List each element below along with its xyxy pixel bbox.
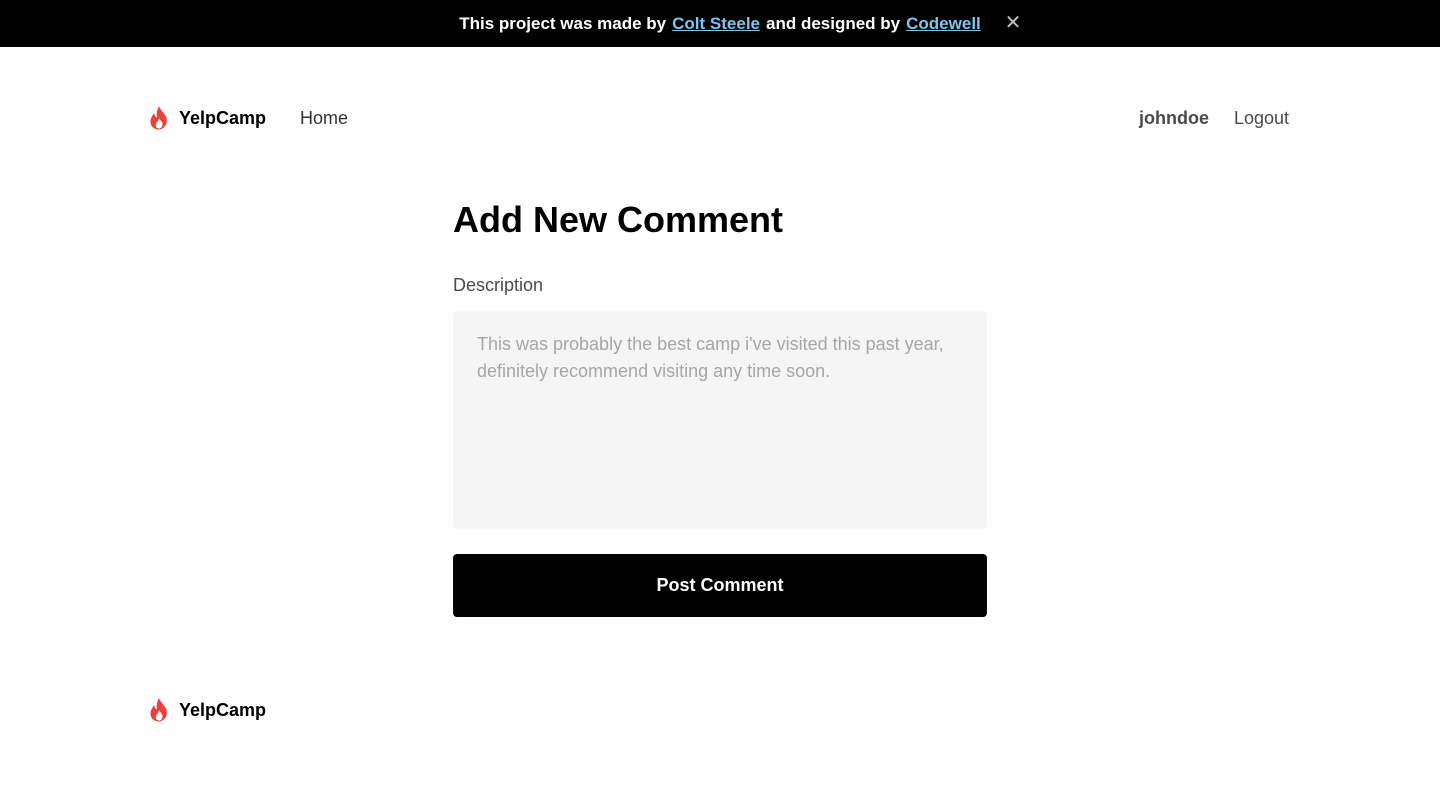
post-comment-button[interactable]: Post Comment (453, 554, 987, 617)
brand-name: YelpCamp (179, 107, 267, 128)
description-textarea[interactable] (453, 311, 987, 529)
username-label: johndoe (1139, 108, 1209, 128)
nav-home-link[interactable]: Home (300, 108, 348, 129)
flame-icon (150, 698, 167, 722)
header-logo[interactable]: YelpCamp (149, 106, 266, 130)
close-icon[interactable]: ✕ (1003, 12, 1023, 34)
flame-icon (150, 106, 167, 130)
page-title: Add New Comment (453, 199, 784, 240)
description-label: Description (453, 275, 544, 295)
footer-brand-name: YelpCamp (179, 699, 267, 720)
codewell-link[interactable]: Codewell (906, 14, 981, 34)
footer-logo[interactable]: YelpCamp (149, 698, 266, 722)
colt-steele-link[interactable]: Colt Steele (672, 14, 760, 34)
logout-link[interactable]: Logout (1234, 108, 1289, 129)
attribution-banner: This project was made by Colt Steele and… (0, 0, 1440, 47)
banner-middle: and designed by (766, 13, 901, 33)
banner-prefix: This project was made by (459, 13, 667, 33)
banner-text: This project was made by Colt Steele and… (459, 14, 981, 34)
